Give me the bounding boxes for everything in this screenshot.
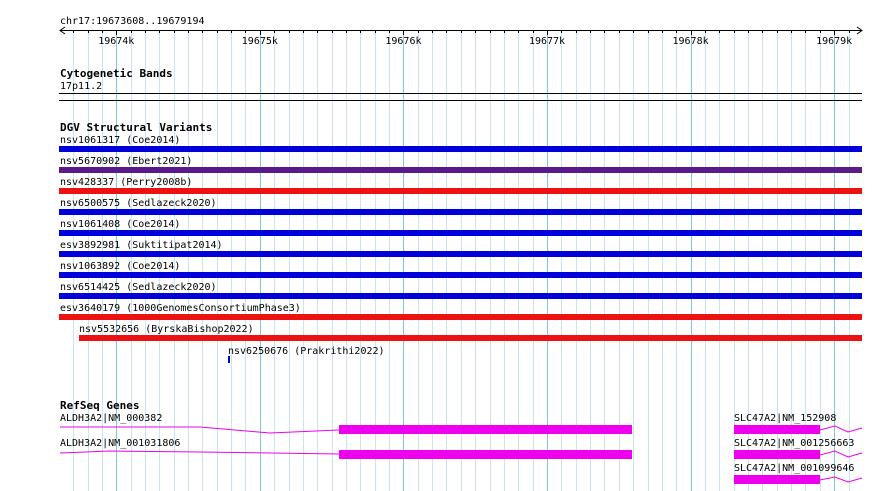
exon-block [734,450,820,459]
intron-line [819,476,863,483]
genome-browser-view: chr17:19673608..19679194 19674k 19675k 196… [0,0,890,491]
exon-block [734,475,820,484]
gene-model [59,450,632,459]
exon-block [339,450,632,459]
gene-model [734,475,863,484]
exon-block [734,425,820,434]
intron-line [59,450,340,455]
gene-model [734,425,863,434]
gene-model [734,450,863,459]
refseq-gene-models[interactable] [0,0,890,491]
intron-line [60,426,340,434]
intron-line [819,425,863,433]
exon-block [339,425,632,434]
gene-model [60,425,632,434]
intron-line [819,450,863,458]
